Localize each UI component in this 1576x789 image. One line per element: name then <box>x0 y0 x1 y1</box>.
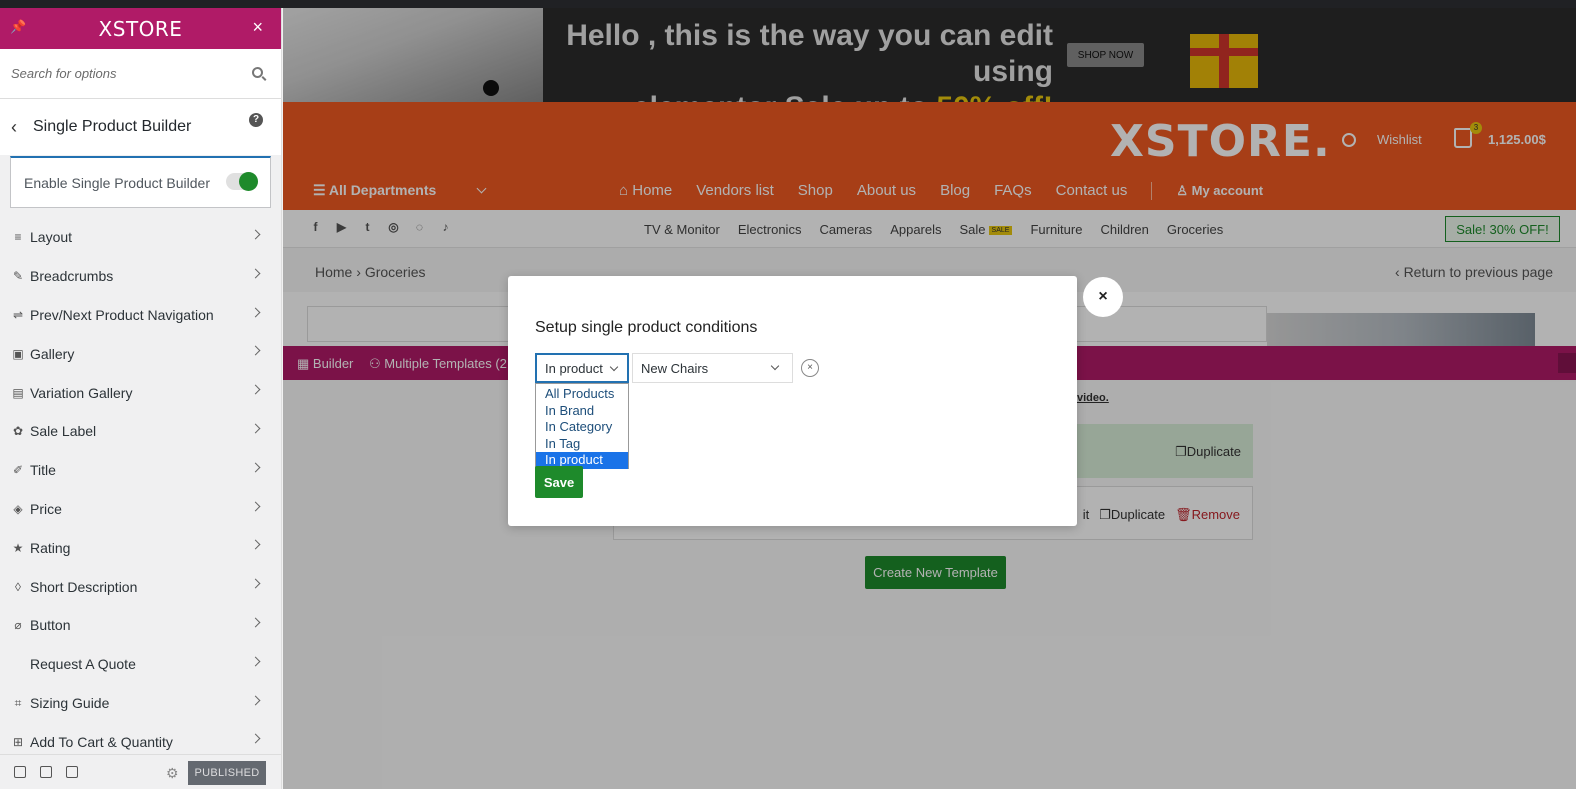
condition-type-dropdown: All Products In Brand In Category In Tag… <box>535 383 629 469</box>
sidebar-item-short-description[interactable]: ◊ Short Description <box>0 567 281 606</box>
search-options-input[interactable] <box>11 66 231 81</box>
chevron-right-icon <box>250 733 261 744</box>
sidebar-logo: XSTORE <box>98 16 183 41</box>
sidebar-item-layout[interactable]: ≡ Layout <box>0 218 281 257</box>
back-arrow-icon[interactable]: ‹ <box>11 117 17 138</box>
enable-builder-label: Enable Single Product Builder <box>24 174 211 191</box>
tablet-preview-icon[interactable] <box>40 766 52 778</box>
sidebar-item-label: Rating <box>30 539 71 556</box>
chevron-down-icon <box>770 361 780 371</box>
sidebar-item-prev-next[interactable]: ⇌ Prev/Next Product Navigation <box>0 296 281 335</box>
chevron-right-icon <box>250 384 261 395</box>
pin-icon[interactable]: 📌 <box>10 19 26 35</box>
sale-label-icon: ✿ <box>12 424 24 439</box>
sidebar-options-list: ≡ Layout ✎ Breadcrumbs ⇌ Prev/Next Product … <box>0 218 281 762</box>
button-icon: ⌀ <box>14 618 22 633</box>
sidebar-item-label: Layout <box>30 229 73 246</box>
sidebar-item-label: Breadcrumbs <box>30 268 114 285</box>
condition-type-value: In product <box>545 361 603 376</box>
save-button[interactable]: Save <box>535 466 583 498</box>
search-icon[interactable] <box>252 67 263 78</box>
published-button[interactable]: PUBLISHED <box>188 761 266 785</box>
sidebar-item-label: Button <box>30 617 71 634</box>
sidebar-item-label: Short Description <box>30 578 138 595</box>
sidebar-footer: ⚙ PUBLISHED <box>0 754 281 789</box>
chevron-right-icon <box>250 578 261 589</box>
breadcrumbs-icon: ✎ <box>12 269 24 284</box>
chevron-right-icon <box>250 268 261 279</box>
gear-icon[interactable]: ⚙ <box>166 765 179 782</box>
conditions-modal: Setup single product conditions In produ… <box>508 276 1077 526</box>
chevron-right-icon <box>250 539 261 550</box>
sidebar-item-label: Sizing Guide <box>30 694 110 711</box>
sidebar-item-label: Title <box>30 462 56 479</box>
sidebar-item-variation-gallery[interactable]: ▤ Variation Gallery <box>0 373 281 412</box>
sidebar-item-request-quote[interactable]: Request A Quote <box>0 645 281 684</box>
enable-builder-control: Enable Single Product Builder <box>10 156 271 208</box>
crop-icon: ⌗ <box>14 695 22 710</box>
star-icon: ★ <box>12 540 24 555</box>
sidebar-item-gallery[interactable]: ▣ Gallery <box>0 334 281 373</box>
sidebar-item-label: Gallery <box>30 345 75 362</box>
sidebar-item-price[interactable]: ◈ Price <box>0 490 281 529</box>
help-icon[interactable]: ? <box>249 113 263 127</box>
browser-top-strip <box>0 0 1576 8</box>
sidebar-item-title[interactable]: ✐ Title <box>0 451 281 490</box>
sidebar-item-rating[interactable]: ★ Rating <box>0 528 281 567</box>
sidebar-header: 📌 XSTORE × <box>0 8 281 49</box>
sidebar-item-label: Sale Label <box>30 423 97 440</box>
chevron-right-icon <box>250 307 261 318</box>
option-in-brand[interactable]: In Brand <box>536 403 628 420</box>
remove-condition-icon[interactable]: × <box>801 359 819 377</box>
chevron-right-icon <box>250 423 261 434</box>
sidebar-item-label: Price <box>30 500 62 517</box>
quote-icon <box>11 657 25 671</box>
modal-title: Setup single product conditions <box>535 319 758 336</box>
enable-builder-toggle[interactable] <box>226 172 258 191</box>
chevron-right-icon <box>250 501 261 512</box>
sidebar-item-label: Add To Cart & Quantity <box>30 733 173 750</box>
variation-gallery-icon: ▤ <box>12 385 24 400</box>
toggle-knob <box>239 172 258 191</box>
sidebar-item-label: Request A Quote <box>30 656 136 673</box>
chevron-right-icon <box>250 462 261 473</box>
gallery-icon: ▣ <box>12 346 24 361</box>
sidebar-item-label: Variation Gallery <box>30 384 133 401</box>
sidebar-item-label: Prev/Next Product Navigation <box>30 306 214 323</box>
option-all-products[interactable]: All Products <box>536 386 628 403</box>
options-search <box>0 49 281 99</box>
price-tag-icon: ◈ <box>13 501 23 516</box>
description-icon: ◊ <box>15 579 21 594</box>
option-in-tag[interactable]: In Tag <box>536 436 628 453</box>
option-in-category[interactable]: In Category <box>536 419 628 436</box>
customizer-sidebar: 📌 XSTORE × ‹ Single Product Builder ? En… <box>0 8 282 789</box>
cart-icon: ⊞ <box>12 734 24 749</box>
sidebar-item-breadcrumbs[interactable]: ✎ Breadcrumbs <box>0 257 281 296</box>
condition-type-select[interactable]: In product <box>535 353 629 383</box>
chevron-down-icon <box>609 362 619 372</box>
chevron-right-icon <box>250 617 261 628</box>
close-customizer-icon[interactable]: × <box>252 17 263 38</box>
section-header: ‹ Single Product Builder ? <box>0 99 281 155</box>
title-icon: ✐ <box>12 463 24 478</box>
sidebar-item-button[interactable]: ⌀ Button <box>0 606 281 645</box>
chevron-right-icon <box>250 345 261 356</box>
desktop-preview-icon[interactable] <box>14 766 26 778</box>
section-title: Single Product Builder <box>33 118 192 135</box>
navigation-icon: ⇌ <box>12 307 24 322</box>
mobile-preview-icon[interactable] <box>66 766 78 778</box>
sidebar-item-sizing-guide[interactable]: ⌗ Sizing Guide <box>0 684 281 723</box>
condition-value-select[interactable]: New Chairs <box>632 353 793 383</box>
modal-close-button[interactable]: × <box>1083 277 1123 317</box>
chevron-right-icon <box>250 229 261 240</box>
sidebar-item-sale-label[interactable]: ✿ Sale Label <box>0 412 281 451</box>
chevron-right-icon <box>250 656 261 667</box>
condition-value-text: New Chairs <box>641 361 709 376</box>
chevron-right-icon <box>250 695 261 706</box>
layout-icon: ≡ <box>14 230 22 245</box>
